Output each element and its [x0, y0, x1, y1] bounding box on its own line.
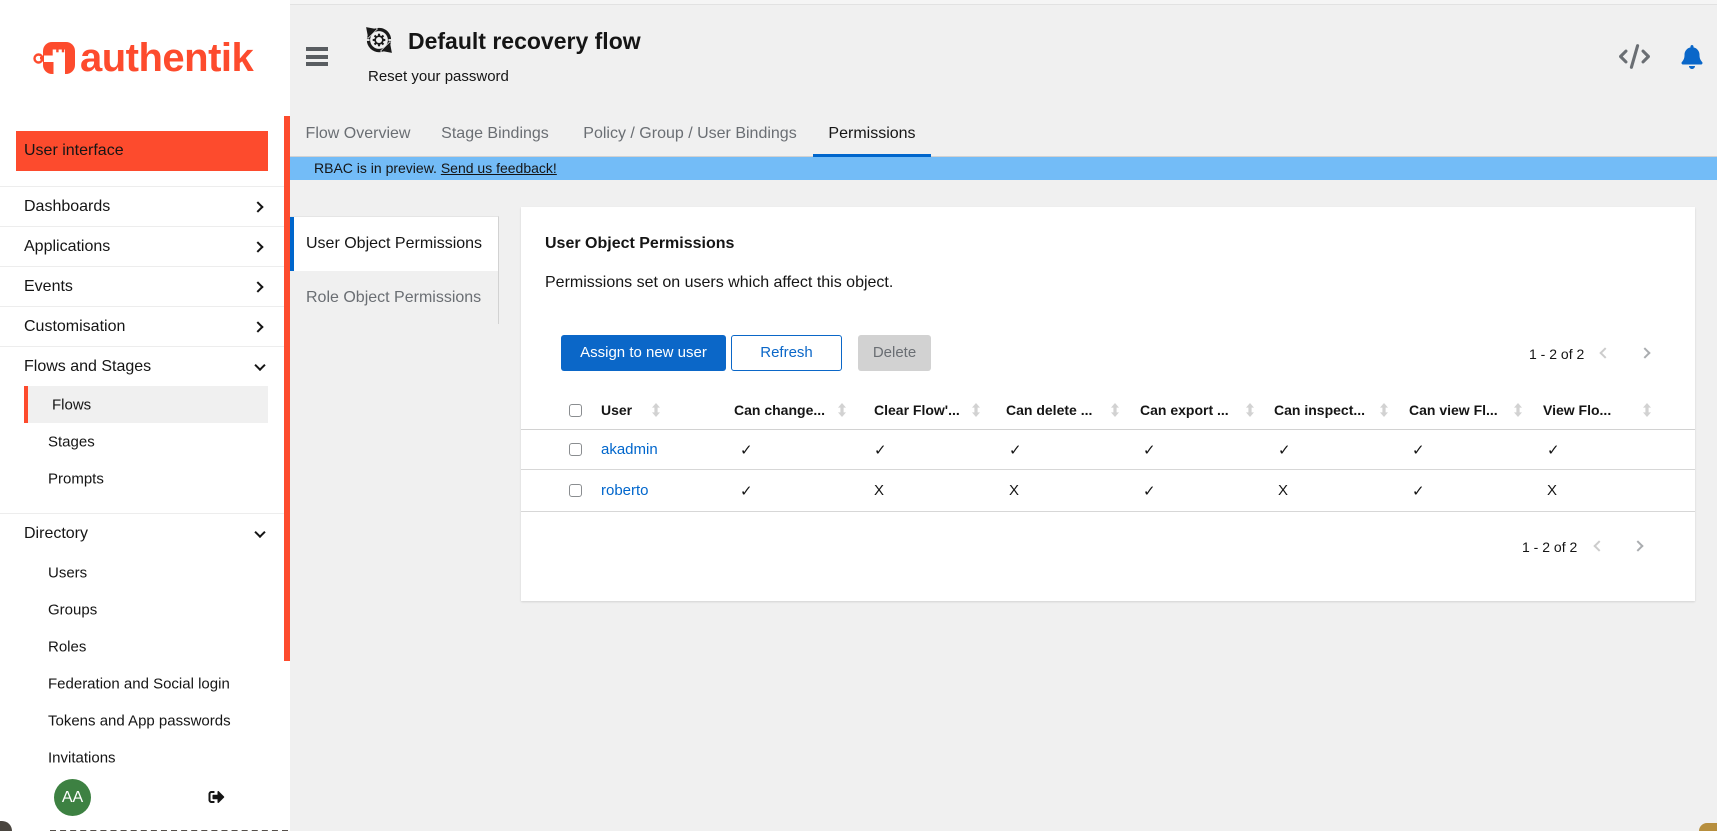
svg-text:authentik: authentik: [80, 36, 255, 80]
